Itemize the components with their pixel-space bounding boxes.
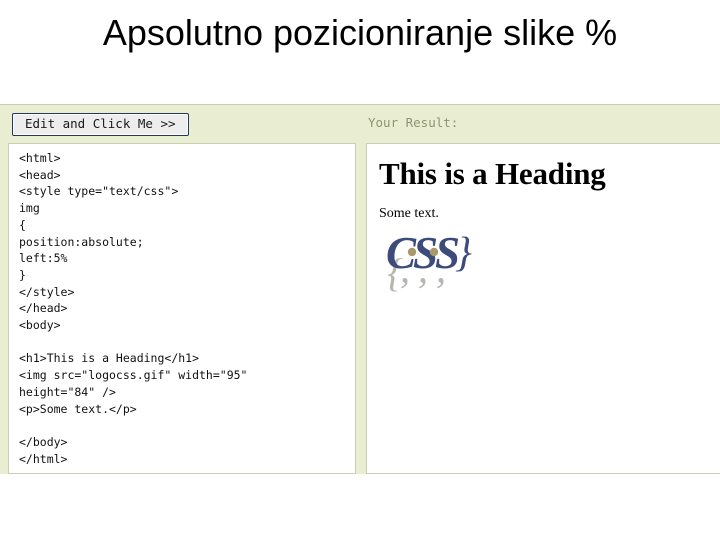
code-editor-textarea[interactable]: <html> <head> <style type="text/css"> im… — [9, 144, 355, 467]
your-result-label: Your Result: — [368, 115, 459, 130]
result-heading: This is a Heading — [379, 156, 606, 191]
svg-text:}: } — [455, 230, 472, 276]
css-logo-image: { , , , C S S } — [385, 212, 480, 296]
editor-header: Edit and Click Me >> Your Result: — [0, 105, 720, 143]
editor-panes: <html> <head> <style type="text/css"> im… — [0, 143, 720, 474]
code-editor-pane[interactable]: <html> <head> <style type="text/css"> im… — [8, 143, 356, 474]
edit-and-click-me-button[interactable]: Edit and Click Me >> — [12, 113, 189, 136]
result-preview-pane: This is a Heading Some text. { , , , C S… — [366, 143, 720, 474]
page-title: Apsolutno pozicioniranje slike % — [102, 12, 618, 53]
tryit-editor-panel: Edit and Click Me >> Your Result: <html>… — [0, 104, 720, 474]
result-document: This is a Heading Some text. { , , , C S… — [367, 144, 720, 473]
